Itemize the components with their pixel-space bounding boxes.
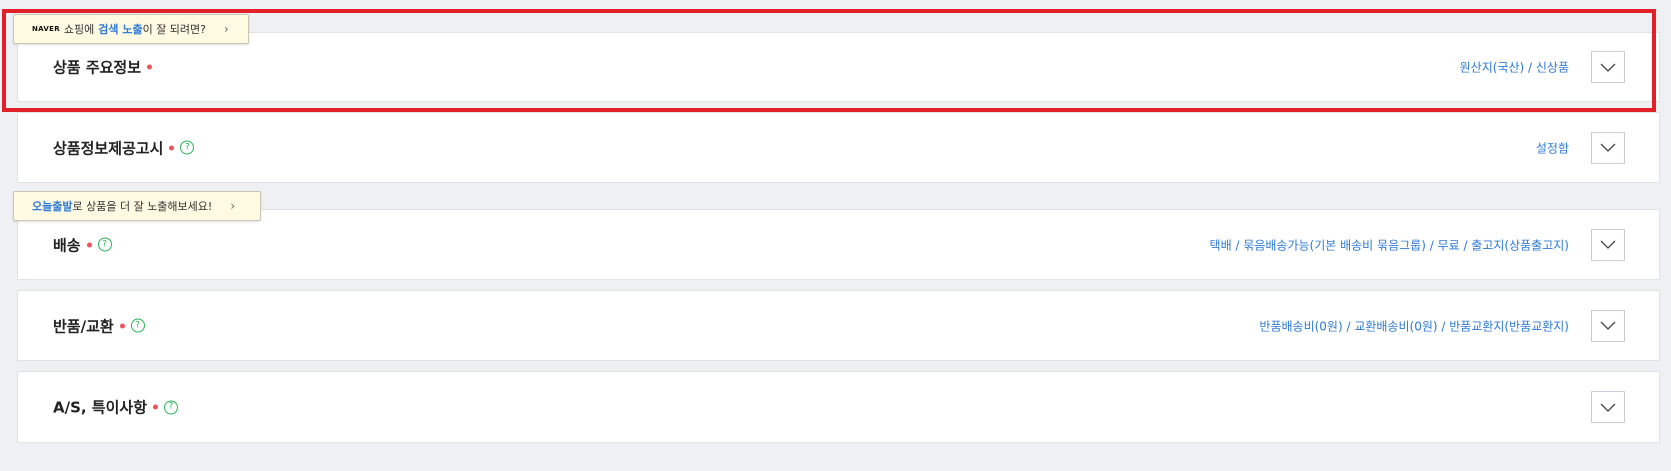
section-toggle-button[interactable] (1591, 51, 1625, 83)
required-dot-icon (86, 242, 92, 247)
section-toggle-button[interactable] (1591, 131, 1625, 164)
section-title-main-info: 상품 주요정보 (53, 57, 153, 78)
section-toggle-button[interactable] (1591, 228, 1625, 261)
section-title-return-exchange: 반품/교환 ? (53, 315, 145, 336)
section-toggle-button[interactable] (1591, 391, 1625, 423)
section-return-exchange: 반품/교환 ? 반품배송비(0원) / 교환배송비(0원) / 반품교환지(반품… (17, 290, 1660, 361)
section-title-as-notes: A/S, 특이사항 ? (53, 397, 179, 418)
naver-logo: NAVER (32, 25, 60, 33)
question-circle-icon[interactable]: ? (180, 140, 195, 155)
required-dot-icon (147, 64, 153, 70)
section-as-notes: A/S, 특이사항 ? (17, 371, 1660, 443)
tip-text: 이 잘 되려면? (142, 23, 207, 36)
section-summary: 설정함 (1535, 141, 1569, 155)
today-dispatch-tip-banner[interactable]: 오늘출발 로 상품을 더 잘 노출해보세요! › (13, 191, 261, 221)
chevron-down-icon (1600, 321, 1616, 330)
section-summary: 원산지(국산) / 신상품 (1459, 60, 1569, 75)
section-summary: 택배 / 묶음배송가능(기본 배송비 묶음그룹) / 무료 / 출고지(상품출고… (1209, 238, 1569, 252)
tip-text: 로 상품을 더 잘 노출해보세요! (72, 200, 213, 213)
tip-text: 쇼핑에 (63, 23, 95, 36)
chevron-right-icon: › (224, 22, 229, 36)
required-dot-icon (169, 145, 175, 150)
question-circle-icon[interactable]: ? (130, 318, 145, 333)
tip-highlight: 오늘출발 (32, 200, 73, 213)
question-circle-icon[interactable]: ? (97, 237, 112, 252)
section-title-shipping: 배송 ? (53, 234, 112, 255)
section-summary: 반품배송비(0원) / 교환배송비(0원) / 반품교환지(반품교환지) (1259, 319, 1569, 333)
chevron-down-icon (1600, 240, 1616, 249)
section-toggle-button[interactable] (1591, 309, 1625, 342)
chevron-down-icon (1600, 63, 1616, 72)
required-dot-icon (119, 323, 125, 328)
question-circle-icon[interactable]: ? (164, 400, 179, 414)
tip-highlight: 검색 노출 (98, 23, 143, 36)
product-registration-page: 상품 주요정보 원산지(국산) / 신상품 상품정보제공고시 ? 설정함 배송 … (0, 0, 1671, 471)
section-title-label: 반품/교환 (53, 317, 114, 335)
chevron-down-icon (1600, 403, 1616, 412)
chevron-down-icon (1600, 143, 1616, 152)
section-title-label: 상품 주요정보 (53, 58, 142, 77)
naver-search-tip-banner[interactable]: NAVER 쇼핑에 검색 노출 이 잘 되려면? › (13, 14, 249, 44)
section-shipping: 배송 ? 택배 / 묶음배송가능(기본 배송비 묶음그룹) / 무료 / 출고지… (17, 209, 1660, 280)
section-title-label: 상품정보제공고시 (53, 139, 164, 157)
chevron-right-icon: › (230, 199, 236, 213)
section-title-label: 배송 (53, 236, 81, 254)
section-title-label: A/S, 특이사항 (53, 398, 148, 417)
section-main-info: 상품 주요정보 원산지(국산) / 신상품 (17, 32, 1660, 102)
section-product-notice: 상품정보제공고시 ? 설정함 (17, 112, 1660, 183)
required-dot-icon (153, 404, 159, 410)
section-title-product-notice: 상품정보제공고시 ? (53, 137, 195, 158)
